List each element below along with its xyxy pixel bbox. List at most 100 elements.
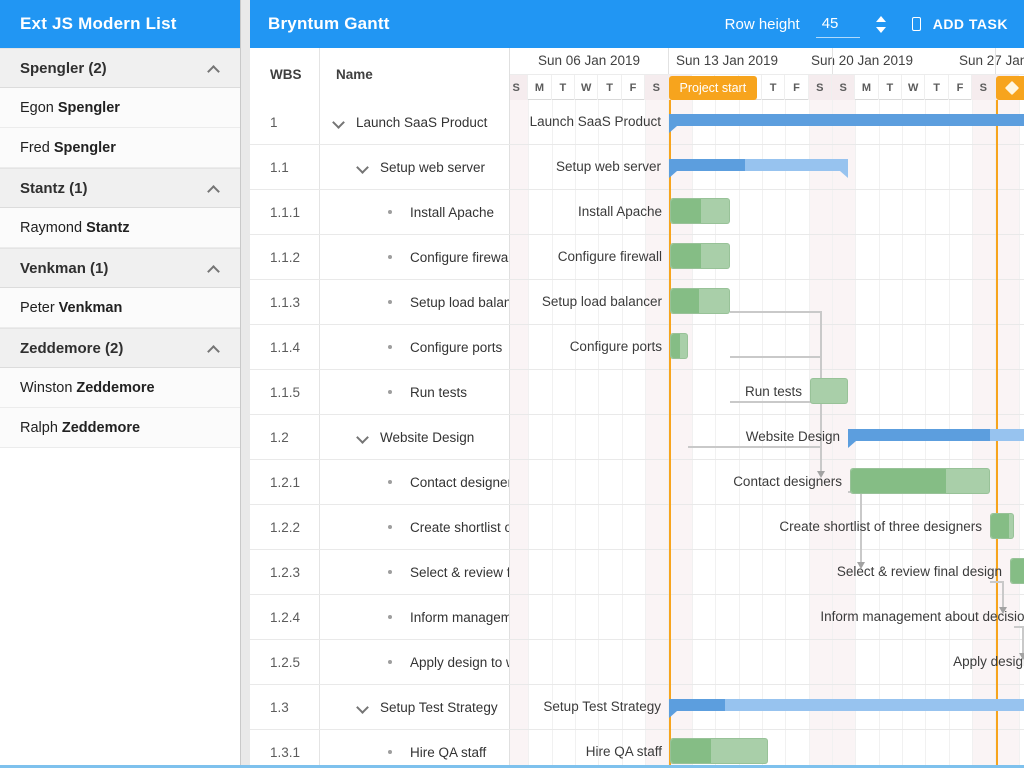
list-group-label: Venkman (1) [20,260,108,277]
task-progress[interactable] [669,159,745,171]
wbs-cell[interactable]: 1.1.5 [250,370,320,414]
parent-task-bar[interactable] [848,429,1024,441]
task-bar[interactable] [810,378,848,404]
wbs-cell[interactable]: 1.2.3 [250,550,320,594]
day-header-cell: S [645,75,668,100]
wbs-cell[interactable]: 1.1.4 [250,325,320,369]
leaf-bullet-icon [388,750,392,754]
list-group-header[interactable]: Stantz (1) [0,168,240,208]
wbs-cell[interactable]: 1.1.3 [250,280,320,324]
spinner-up-icon[interactable] [876,16,886,22]
name-cell[interactable]: Select & review final design [320,550,510,594]
task-progress[interactable] [848,429,990,441]
list-item[interactable]: EgonSpengler [0,88,240,128]
day-header-cell: S [809,75,832,100]
name-cell[interactable]: Inform management about decision [320,595,510,639]
name-cell[interactable]: Run tests [320,370,510,414]
name-cell[interactable]: Install Apache [320,190,510,234]
task-bar[interactable] [670,288,730,314]
name-cell[interactable]: Contact designers [320,460,510,504]
list-item[interactable]: RalphZeddemore [0,408,240,448]
expand-collapse-icon[interactable] [356,431,369,444]
expand-collapse-icon[interactable] [332,116,345,129]
name-cell[interactable]: Create shortlist of three designers [320,505,510,549]
task-progress[interactable] [671,289,699,313]
chevron-up-icon[interactable] [207,265,220,278]
list-item[interactable]: WinstonZeddemore [0,368,240,408]
task-progress[interactable] [671,199,701,223]
task-progress[interactable] [991,514,1009,538]
task-name: Select & review final design [410,565,510,580]
chevron-up-icon[interactable] [207,65,220,78]
task-progress[interactable] [671,739,711,763]
parent-task-bar[interactable] [669,159,848,171]
column-header-name[interactable]: Name [320,48,510,100]
task-progress[interactable] [671,334,680,358]
expand-collapse-icon[interactable] [356,161,369,174]
list-item[interactable]: RaymondStantz [0,208,240,248]
task-bar[interactable] [670,243,730,269]
name-cell[interactable]: Configure ports [320,325,510,369]
wbs-cell[interactable]: 1.2.5 [250,640,320,684]
task-progress[interactable] [669,699,725,711]
bar-label: Setup load balancer [542,292,662,312]
list-group-header[interactable]: Venkman (1) [0,248,240,288]
chevron-up-icon[interactable] [207,185,220,198]
bar-label: Configure firewall [558,247,662,267]
wbs-cell[interactable]: 1.1.2 [250,235,320,279]
task-bar[interactable] [990,513,1014,539]
wbs-cell[interactable]: 1.1.1 [250,190,320,234]
row-height-field[interactable]: 45 [816,15,862,33]
wbs-cell[interactable]: 1.2.2 [250,505,320,549]
task-progress[interactable] [669,114,1024,126]
task-name: Setup web server [380,160,485,175]
spinner-down-icon[interactable] [876,27,886,33]
wbs-cell[interactable]: 1.2 [250,415,320,459]
gantt-panel: Bryntum Gantt Row height 45 ADD TASK WBS… [250,0,1024,768]
name-cell[interactable]: Configure firewall [320,235,510,279]
parent-task-bar[interactable] [669,699,1024,711]
add-task-button[interactable]: ADD TASK [912,16,1008,32]
member-first-name: Fred [20,140,50,156]
name-cell[interactable]: Apply design to website [320,640,510,684]
task-bar[interactable] [670,738,768,764]
ext-list-groups: Spengler (2)EgonSpenglerFredSpenglerStan… [0,48,240,448]
wbs-cell[interactable]: 1.2.1 [250,460,320,504]
chevron-up-icon[interactable] [207,345,220,358]
member-last-name: Zeddemore [76,380,154,396]
parent-task-bar[interactable] [669,114,1024,126]
task-bar[interactable] [850,468,990,494]
dependency-line [730,311,820,313]
row-height-spinner[interactable] [876,16,886,33]
task-bar[interactable] [670,198,730,224]
list-group-header[interactable]: Zeddemore (2) [0,328,240,368]
wbs-cell[interactable]: 1.2.4 [250,595,320,639]
task-progress[interactable] [671,244,701,268]
wbs-cell[interactable]: 1.3.1 [250,730,320,765]
task-progress[interactable] [1011,559,1024,583]
task-progress[interactable] [851,469,946,493]
name-cell[interactable]: Setup Test Strategy [320,685,510,729]
wbs-cell[interactable]: 1 [250,100,320,144]
name-cell[interactable]: Launch SaaS Product [320,100,510,144]
task-name: Install Apache [410,205,494,220]
name-cell[interactable]: Setup load balancer [320,280,510,324]
parent-bar-left-cap [669,126,677,133]
task-name: Configure firewall [410,250,510,265]
expand-collapse-icon[interactable] [356,701,369,714]
list-item[interactable]: FredSpengler [0,128,240,168]
leaf-bullet-icon [388,615,392,619]
name-cell[interactable]: Hire QA staff [320,730,510,765]
day-header-cell: W [902,75,925,100]
day-header-cell: F [785,75,808,100]
row-height-value[interactable]: 45 [816,15,839,32]
column-header-wbs[interactable]: WBS [250,48,320,100]
wbs-cell[interactable]: 1.1 [250,145,320,189]
task-bar[interactable] [1010,558,1024,584]
task-bar[interactable] [670,333,688,359]
name-cell[interactable]: Setup web server [320,145,510,189]
list-group-header[interactable]: Spengler (2) [0,48,240,88]
name-cell[interactable]: Website Design [320,415,510,459]
list-item[interactable]: PeterVenkman [0,288,240,328]
wbs-cell[interactable]: 1.3 [250,685,320,729]
